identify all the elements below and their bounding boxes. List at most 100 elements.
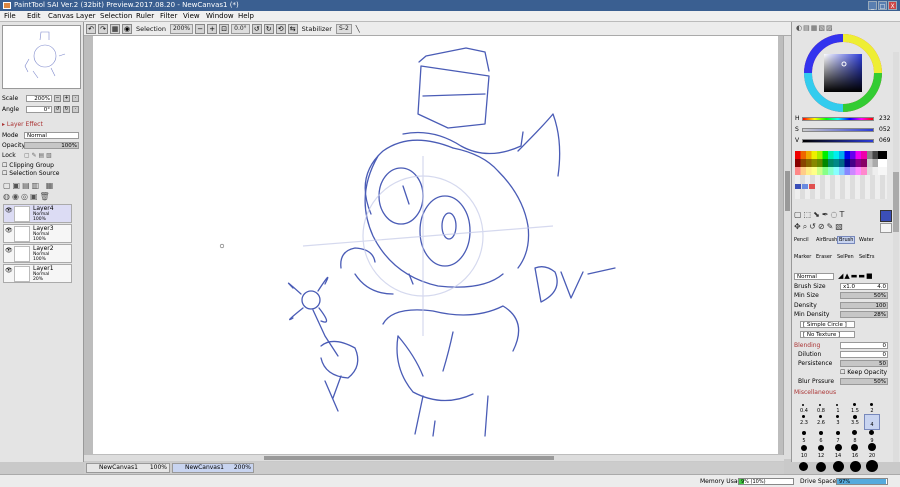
preset-size[interactable]: 1 — [830, 408, 846, 414]
close-button[interactable]: X — [888, 1, 897, 10]
density-slider[interactable]: 100 — [840, 302, 888, 309]
vertical-scroll-thumb[interactable] — [785, 171, 790, 211]
dilution-slider[interactable]: 0 — [840, 351, 888, 358]
selection-source-checkbox[interactable]: ☐ Selection Source — [2, 170, 59, 178]
deselect-icon[interactable]: ▦ — [110, 23, 120, 34]
secondary-color-swatch[interactable] — [880, 223, 892, 233]
navigator[interactable] — [2, 25, 81, 89]
right-panel-scroll-thumb[interactable] — [893, 172, 899, 232]
blur-slider[interactable]: 50% — [840, 378, 888, 385]
v-slider[interactable] — [802, 139, 874, 143]
preset-size[interactable]: 1.5 — [847, 408, 863, 414]
tool-brush[interactable]: Brush — [837, 236, 856, 244]
eye-icon[interactable]: 👁 — [5, 208, 13, 214]
misc-header[interactable]: Miscellaneous — [794, 389, 836, 396]
zoom-in-button[interactable]: + — [207, 23, 218, 34]
tool-pencil[interactable]: Pencil — [794, 237, 809, 243]
rotate-cw-icon[interactable]: ↻ — [263, 23, 274, 34]
tool-selers[interactable]: SelErs — [859, 254, 874, 260]
swatch-palette[interactable] — [795, 151, 887, 199]
preset-size[interactable]: 3.5 — [847, 420, 863, 426]
blending-header[interactable]: Blending — [794, 342, 820, 349]
menu-window[interactable]: Window — [206, 11, 234, 22]
primary-color-swatch[interactable] — [880, 210, 892, 222]
blending-slider[interactable]: 0 — [840, 342, 888, 349]
layer-effect-header[interactable]: ▸ Layer Effect — [2, 121, 43, 129]
layer-buttons-row2[interactable]: ◍◉◎▣🗑 — [3, 192, 52, 201]
preset-size[interactable]: 0.4 — [796, 408, 812, 414]
redo-icon[interactable]: ↷ — [98, 23, 108, 34]
canvas-tab-active[interactable]: NewCanvas1 200% — [172, 463, 254, 473]
scale-reset-icon[interactable]: · — [72, 95, 79, 102]
menu-file[interactable]: File — [4, 11, 16, 22]
preset-size[interactable]: 0.8 — [813, 408, 829, 414]
brush-size-field[interactable]: x1.0 4.0 — [840, 283, 888, 290]
preset-size-selected[interactable]: 4 — [864, 414, 880, 430]
eye-icon[interactable]: 👁 — [5, 228, 13, 234]
tool-marker[interactable]: Marker — [794, 254, 811, 260]
angle-ccw-icon[interactable]: ↺ — [54, 106, 61, 113]
menu-canvas[interactable]: Canvas — [48, 11, 74, 22]
layer-item[interactable]: 👁 Layer4 Normal 100% — [3, 204, 72, 223]
rotate-ccw-icon[interactable]: ↺ — [251, 23, 262, 34]
color-wheel[interactable] — [804, 34, 882, 112]
preset-size[interactable]: 6 — [813, 438, 829, 444]
flip-icon[interactable]: ⇆ — [287, 23, 298, 34]
tool-airbrush[interactable]: AirBrush — [816, 237, 837, 243]
min-size-slider[interactable]: 50% — [840, 292, 888, 299]
swatch-red[interactable] — [809, 184, 815, 189]
angle-field[interactable]: 0° — [26, 106, 52, 113]
tool-water[interactable]: Water — [859, 237, 874, 243]
brush-blend-mode-select[interactable]: Normal — [794, 273, 834, 280]
horizontal-scroll-thumb[interactable] — [264, 456, 554, 460]
preset-size[interactable]: 2.6 — [813, 420, 829, 426]
s-value[interactable]: 052 — [879, 126, 890, 133]
menu-view[interactable]: View — [183, 11, 200, 22]
opacity-slider[interactable]: 100% — [24, 142, 79, 149]
drawing-canvas[interactable] — [93, 36, 778, 454]
layer-buttons-row1[interactable]: ▢▣▤▥ ▦ — [3, 181, 55, 190]
preset-size[interactable]: 16 — [847, 453, 863, 459]
menu-layer[interactable]: Layer — [76, 11, 96, 22]
scale-field[interactable]: 200% — [26, 95, 52, 102]
brush-texture-select[interactable]: [ No Texture ] — [800, 331, 855, 338]
min-density-slider[interactable]: 28% — [840, 311, 888, 318]
layer-item[interactable]: 👁 Layer3 Normal 100% — [3, 224, 72, 243]
h-slider[interactable] — [802, 117, 874, 121]
clipping-group-checkbox[interactable]: ☐ Clipping Group — [2, 162, 54, 170]
maximize-button[interactable]: □ — [878, 1, 887, 10]
minimize-button[interactable]: _ — [868, 1, 877, 10]
swatch-blue[interactable] — [795, 184, 801, 189]
vertical-scrollbar[interactable] — [783, 36, 791, 459]
tool-icons-row2[interactable]: ✥⌕↺⊘✎▧ — [794, 222, 879, 232]
horizontal-scrollbar[interactable] — [84, 455, 784, 461]
lock-icons[interactable]: ▢ ✎ ▤ ▧ — [24, 152, 52, 159]
menu-filter[interactable]: Filter — [160, 11, 177, 22]
tool-icons-row1[interactable]: ▢⬚⬊✒◌T — [794, 210, 879, 219]
persistence-slider[interactable]: 50 — [840, 360, 888, 367]
eye-icon[interactable]: 👁 — [5, 248, 13, 254]
preset-size[interactable]: 10 — [796, 453, 812, 459]
preset-size[interactable]: 12 — [813, 453, 829, 459]
v-value[interactable]: 069 — [879, 137, 890, 144]
tool-eraser[interactable]: Eraser — [816, 254, 832, 260]
blend-mode-select[interactable]: Normal — [24, 132, 79, 139]
preset-size[interactable]: 3 — [830, 420, 846, 426]
right-panel-scrollbar[interactable] — [893, 52, 899, 462]
h-value[interactable]: 232 — [879, 115, 890, 122]
angle-reset-icon[interactable]: · — [72, 106, 79, 113]
brush-shape-icons[interactable]: ◢▲▬▬■ — [838, 272, 874, 280]
line-tool-icon[interactable]: ╲ — [354, 25, 362, 33]
scale-minus-icon[interactable]: − — [54, 95, 61, 102]
preset-size[interactable]: 5 — [796, 438, 812, 444]
layer-item[interactable]: 👁 Layer1 Normal 20% — [3, 264, 72, 283]
menu-selection[interactable]: Selection — [100, 11, 132, 22]
brush-shape-select[interactable]: [ Simple Circle ] — [800, 321, 855, 328]
canvas-area[interactable] — [84, 36, 784, 459]
eye-icon[interactable]: 👁 — [5, 268, 13, 274]
preset-size[interactable]: 14 — [830, 453, 846, 459]
zoom-out-button[interactable]: − — [195, 23, 206, 34]
selection-toggle-icon[interactable]: ◉ — [122, 23, 132, 34]
canvas-tab[interactable]: NewCanvas1 100% — [86, 463, 170, 473]
preset-size[interactable]: 20 — [864, 453, 880, 459]
